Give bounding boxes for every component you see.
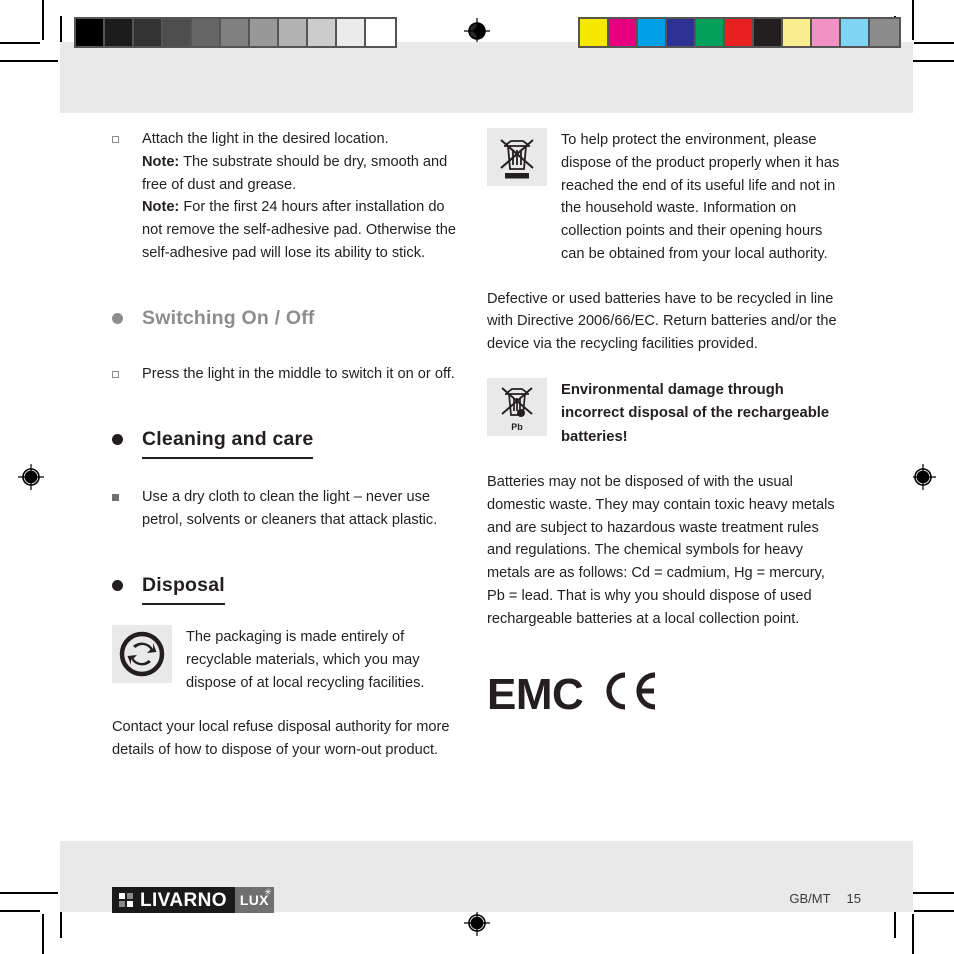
- locale-label: GB/MT: [789, 891, 831, 906]
- crop-mark-bottom-left-vertical: [42, 914, 44, 954]
- page-footer-band: LIVARNO LUX ✳ GB/MT 15: [60, 841, 913, 913]
- note-text-2: For the first 24 hours after installatio…: [142, 199, 456, 261]
- crop-mark-left-bottom-inner-horizontal: [0, 892, 58, 894]
- gray-swatch-11: [366, 19, 395, 46]
- list-item-text: Use a dry cloth to clean the light – nev…: [142, 489, 438, 528]
- open-square-bullet-icon: [112, 363, 142, 382]
- color-swatch-4: [667, 19, 696, 46]
- list-item-dry-cloth: Use a dry cloth to clean the light – nev…: [112, 486, 467, 532]
- crop-mark-top-left-vertical: [42, 0, 44, 40]
- gray-swatch-4: [163, 19, 192, 46]
- battery-hazard-block: Pb Environmental damage through incorrec…: [487, 377, 842, 449]
- heading-cleaning-and-care: Cleaning and care: [112, 424, 467, 464]
- gray-swatch-8: [279, 19, 308, 46]
- crossed-out-wheelie-bin-pb-icon: Pb: [487, 377, 547, 436]
- crop-mark-right-bottom-horizontal: [914, 910, 954, 912]
- gray-swatch-3: [134, 19, 163, 46]
- color-calibration-bar: [578, 17, 901, 48]
- color-swatch-5: [696, 19, 725, 46]
- color-swatch-1: [580, 19, 609, 46]
- crop-mark-bottom-right-vertical: [912, 914, 914, 954]
- heading-text: Disposal: [142, 570, 225, 606]
- grayscale-calibration-bar: [74, 17, 397, 48]
- crop-mark-left-top-inner-horizontal: [0, 60, 58, 62]
- weee-text: To help protect the environment, please …: [561, 132, 840, 262]
- gray-swatch-7: [250, 19, 279, 46]
- logo-square-2: [127, 893, 133, 899]
- filled-square-bullet-icon: [112, 486, 142, 505]
- registration-mark-left: [18, 464, 44, 490]
- note-text-1: The substrate should be dry, smooth and …: [142, 153, 448, 193]
- attach-line: Attach the light in the desired location…: [142, 131, 389, 147]
- logo-star-icon: ✳: [264, 887, 272, 897]
- list-item-text: Attach the light in the desired location…: [142, 128, 467, 265]
- battery-directive-text: Defective or used batteries have to be r…: [487, 290, 837, 353]
- registration-mark-right: [910, 464, 936, 490]
- crop-mark-right-top-horizontal: [914, 42, 954, 44]
- weee-disposal-block: To help protect the environment, please …: [487, 128, 842, 266]
- livarno-lux-logo: LIVARNO LUX ✳: [112, 887, 274, 913]
- color-swatch-7: [754, 19, 783, 46]
- pb-symbol-label: Pb: [511, 422, 523, 432]
- crossed-out-wheelie-bin-icon: [487, 128, 547, 186]
- bullet-dot-icon: [112, 303, 142, 333]
- bullet-dot-icon: [112, 424, 142, 454]
- logo-square-4: [127, 901, 133, 907]
- color-swatch-11: [870, 19, 899, 46]
- list-item-press-light: Press the light in the middle to switch …: [112, 363, 467, 386]
- color-swatch-9: [812, 19, 841, 46]
- color-swatch-2: [609, 19, 638, 46]
- gray-swatch-2: [105, 19, 134, 46]
- crop-mark-left-top-horizontal: [0, 42, 40, 44]
- logo-square-1: [119, 893, 125, 899]
- heading-disposal: Disposal: [112, 570, 467, 610]
- packaging-recycling-block: The packaging is made entirely of recycl…: [112, 625, 467, 694]
- batteries-disposal-text: Batteries may not be disposed of with th…: [487, 474, 835, 627]
- gray-swatch-10: [337, 19, 366, 46]
- gray-swatch-6: [221, 19, 250, 46]
- logo-main-block: LIVARNO: [112, 887, 235, 913]
- green-dot-recycling-icon: [112, 625, 172, 684]
- color-swatch-3: [638, 19, 667, 46]
- note-label-2: Note:: [142, 199, 180, 216]
- registration-mark-bottom: [464, 910, 490, 936]
- page-reference: GB/MT 15: [789, 891, 861, 906]
- crop-mark-top-right-vertical: [912, 0, 914, 40]
- note-label-1: Note:: [142, 153, 180, 170]
- color-swatch-10: [841, 19, 870, 46]
- crop-mark-left-bottom-horizontal: [0, 910, 40, 912]
- list-item-attach-light: Attach the light in the desired location…: [112, 128, 467, 265]
- logo-lux-block: LUX ✳: [234, 887, 274, 913]
- open-square-bullet-icon: [112, 128, 142, 147]
- color-swatch-8: [783, 19, 812, 46]
- logo-wordmark: LIVARNO: [140, 889, 227, 911]
- environmental-damage-heading: Environmental damage through incorrect d…: [561, 381, 830, 445]
- page-number: 15: [846, 891, 861, 906]
- gray-swatch-9: [308, 19, 337, 46]
- packaging-text: The packaging is made entirely of recycl…: [186, 629, 425, 691]
- bullet-dot-icon: [112, 570, 142, 600]
- page-header-band: [60, 42, 913, 113]
- right-text-column: To help protect the environment, please …: [487, 128, 842, 720]
- gray-swatch-1: [76, 19, 105, 46]
- heading-switching-on-off: Switching On / Off: [112, 303, 467, 341]
- gray-swatch-5: [192, 19, 221, 46]
- list-item-text: Press the light in the middle to switch …: [142, 366, 455, 382]
- emc-conformity-row: EMC: [487, 670, 842, 720]
- logo-square-3: [119, 901, 125, 907]
- refuse-authority-text: Contact your local refuse disposal autho…: [112, 719, 450, 759]
- ce-mark-icon: [599, 670, 661, 720]
- heading-text: Cleaning and care: [142, 424, 314, 460]
- color-swatch-6: [725, 19, 754, 46]
- logo-squares-icon: [119, 893, 133, 907]
- registration-mark-top: [464, 18, 490, 44]
- heading-text: Switching On / Off: [142, 306, 315, 329]
- left-text-column: Attach the light in the desired location…: [112, 128, 467, 762]
- emc-label: EMC: [487, 670, 584, 720]
